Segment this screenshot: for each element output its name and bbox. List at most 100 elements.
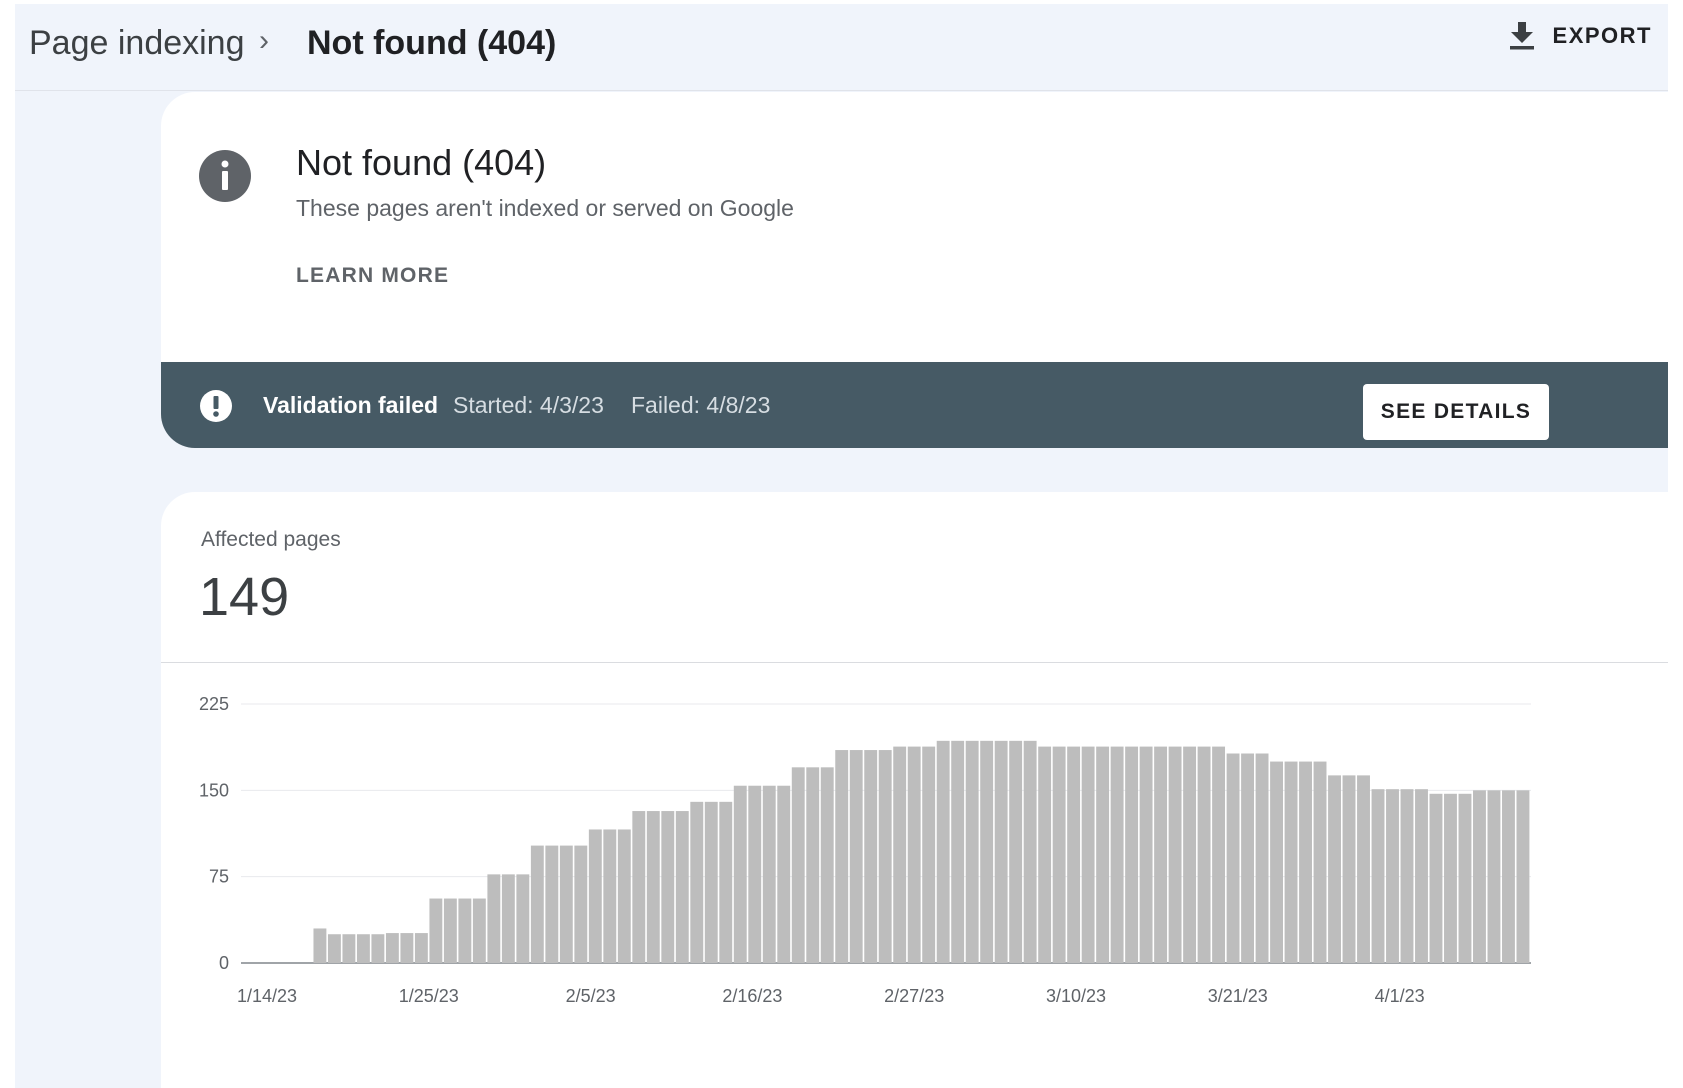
chart-bar[interactable] [1386, 789, 1399, 963]
chart-bar[interactable] [1400, 789, 1414, 963]
chart-bar[interactable] [965, 740, 979, 963]
chart-bar[interactable] [313, 928, 327, 963]
chart-bar[interactable] [878, 750, 892, 963]
chart-bar[interactable] [385, 933, 399, 963]
chart-bar[interactable] [1125, 746, 1139, 963]
affected-pages-card: Affected pages 149 0 75 150 225 1/14/23 1/25/… [161, 492, 1668, 1088]
chart-bar[interactable] [1415, 789, 1428, 963]
chart-bar[interactable] [1139, 746, 1153, 963]
chart-bar[interactable] [617, 829, 631, 963]
chart-bar[interactable] [1226, 753, 1240, 963]
chart-bar[interactable] [893, 746, 907, 963]
chart-bar[interactable] [936, 740, 950, 963]
chart-bar[interactable] [1067, 746, 1081, 963]
chart-bar[interactable] [443, 898, 457, 963]
chart-bar[interactable] [994, 740, 1008, 963]
chart-bar[interactable] [1313, 761, 1327, 963]
chart-bar[interactable] [588, 829, 602, 963]
chart-bar[interactable] [545, 845, 559, 963]
chart-bar[interactable] [806, 767, 820, 963]
chart-bar[interactable] [762, 785, 776, 963]
chart-bar[interactable] [1444, 793, 1457, 963]
chart-bar[interactable] [690, 801, 704, 963]
chart-bar[interactable] [1255, 753, 1269, 963]
x-tick-label: 3/21/23 [1208, 986, 1268, 1006]
chart-bar[interactable] [1038, 746, 1052, 963]
chart-bar[interactable] [1183, 746, 1197, 963]
chart-bar[interactable] [1284, 761, 1298, 963]
chart-bar[interactable] [501, 874, 515, 963]
chart-bar[interactable] [1212, 746, 1226, 963]
affected-pages-chart: 0 75 150 225 1/14/23 1/25/23 2/5/23 2/16/23 2/27… [199, 694, 1531, 1006]
export-label: EXPORT [1552, 23, 1652, 48]
chart-bar[interactable] [748, 785, 762, 963]
chart-bar[interactable] [1502, 790, 1515, 963]
chart-bar[interactable] [632, 811, 646, 963]
chart-bar[interactable] [1168, 746, 1182, 963]
chart-bar[interactable] [820, 767, 834, 963]
chart-bar[interactable] [458, 898, 472, 963]
chart-bar[interactable] [1197, 746, 1211, 963]
chart-bar[interactable] [1473, 790, 1486, 963]
chart-bar[interactable] [661, 811, 675, 963]
chart-bar[interactable] [1371, 789, 1385, 963]
chart-bar[interactable] [704, 801, 718, 963]
chart-bar[interactable] [719, 801, 733, 963]
x-tick-label: 1/14/23 [237, 986, 297, 1006]
chart-bar[interactable] [356, 934, 370, 963]
chart-bar[interactable] [907, 746, 921, 963]
export-button[interactable]: EXPORT [1509, 22, 1652, 50]
chart-bar[interactable] [1516, 790, 1530, 963]
chart-bar[interactable] [1009, 740, 1023, 963]
chart-bar[interactable] [646, 811, 660, 963]
chart-bar[interactable] [371, 934, 385, 963]
y-tick-label: 0 [219, 953, 229, 973]
chart-bar[interactable] [951, 740, 965, 963]
chart-bar[interactable] [1299, 761, 1312, 963]
chart-bar[interactable] [516, 874, 530, 963]
breadcrumb-chevron-icon: › [259, 24, 269, 57]
chart-bar[interactable] [574, 845, 588, 963]
chart-bar[interactable] [1096, 746, 1110, 963]
chart-bar[interactable] [777, 785, 791, 963]
chart-bar[interactable] [1357, 775, 1370, 963]
chart-bar[interactable] [414, 933, 428, 963]
chart-bar[interactable] [487, 874, 501, 963]
chart-bar[interactable] [327, 934, 341, 963]
chart-bar[interactable] [864, 750, 878, 963]
breadcrumb-current: Not found (404) [307, 24, 557, 62]
chart-bar[interactable] [1342, 775, 1356, 963]
chart-bar[interactable] [1429, 793, 1443, 963]
chart-bar[interactable] [733, 785, 747, 963]
chart-bar[interactable] [1487, 790, 1501, 963]
chart-bar[interactable] [1241, 753, 1255, 963]
chart-bar[interactable] [603, 829, 617, 963]
chart-bar[interactable] [1458, 793, 1472, 963]
chart-bar[interactable] [342, 934, 356, 963]
chart-bar[interactable] [1023, 740, 1037, 963]
chart-bar[interactable] [559, 845, 573, 963]
chart-bar[interactable] [1052, 746, 1066, 963]
see-details-button[interactable]: SEE DETAILS [1363, 384, 1549, 440]
chart-bar[interactable] [1110, 746, 1124, 963]
chart-bar[interactable] [675, 811, 689, 963]
breadcrumb-page-indexing[interactable]: Page indexing [29, 24, 245, 63]
chart-bar[interactable] [835, 750, 849, 963]
chart-bar[interactable] [472, 898, 486, 963]
learn-more-link[interactable]: LEARN MORE [296, 264, 449, 288]
chart-bar[interactable] [1081, 746, 1095, 963]
chart-bar[interactable] [980, 740, 994, 963]
y-tick-label: 150 [199, 780, 229, 800]
chart-bar[interactable] [922, 746, 936, 963]
chart-bar[interactable] [791, 767, 805, 963]
chart-bar[interactable] [400, 933, 414, 963]
issue-info-card: Not found (404) These pages aren't index… [161, 92, 1668, 448]
chart-bar[interactable] [429, 898, 443, 963]
chart-bar[interactable] [1328, 775, 1341, 963]
chart-bar[interactable] [849, 750, 863, 963]
chart-bar[interactable] [1154, 746, 1168, 963]
chart-bar[interactable] [530, 845, 544, 963]
x-tick-label: 2/5/23 [566, 986, 616, 1006]
validation-failed-date: Failed: 4/8/23 [631, 392, 771, 418]
chart-bar[interactable] [1270, 761, 1283, 963]
